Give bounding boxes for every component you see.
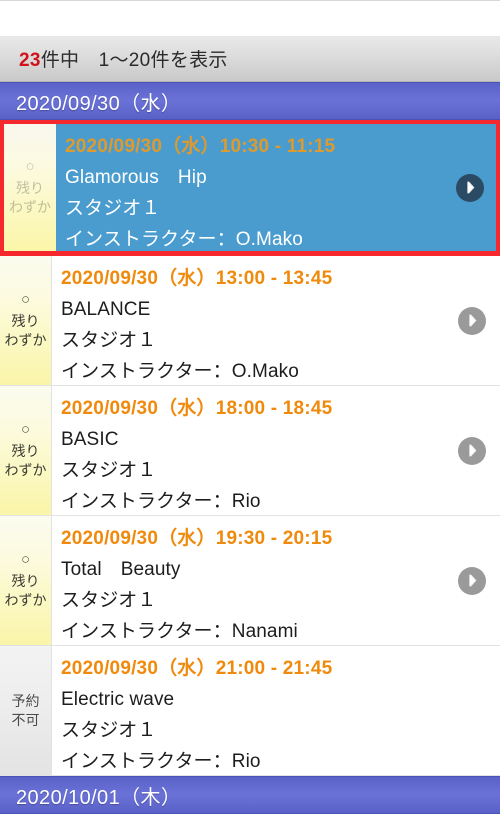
availability-status-line-2: わずか — [4, 591, 47, 608]
lesson-studio: スタジオ１ — [61, 330, 157, 351]
lesson-row-selected[interactable]: ○ 残り わずか 2020/09/30（水）10:30 - 11:15 Glamorou… — [0, 120, 500, 256]
lesson-details: 2020/09/30（水）19:30 - 20:15 Total Beauty スタ… — [52, 516, 500, 645]
lesson-row[interactable]: ○ 残り わずか 2020/09/30（水）13:00 - 13:45 BALANCE ス… — [0, 256, 500, 386]
lesson-datetime: 2020/09/30（水）21:00 - 21:45 — [61, 658, 333, 679]
lesson-instructor: インストラクター：Rio — [61, 491, 261, 512]
lesson-studio: スタジオ１ — [65, 198, 161, 219]
availability-status-line-2: わずか — [4, 461, 47, 478]
result-count-number: 23 — [19, 50, 41, 71]
lesson-row[interactable]: ○ 残り わずか 2020/09/30（水）19:30 - 20:15 Total Be… — [0, 516, 500, 646]
chevron-right-icon[interactable] — [458, 306, 486, 335]
availability-status-column: ○ 残り わずか — [4, 124, 56, 251]
lesson-instructor: インストラクター：Nanami — [61, 621, 298, 642]
lesson-row[interactable]: 予約 不可 2020/09/30（水）21:00 - 21:45 Electric w… — [0, 646, 500, 776]
availability-status-line-1: 残り — [16, 180, 44, 197]
lesson-row[interactable]: ○ 残り わずか 2020/09/30（水）18:00 - 18:45 BASIC スタジ… — [0, 386, 500, 516]
result-count-suffix: 件中 1〜20件を表示 — [40, 50, 228, 71]
lesson-details: 2020/09/30（水）10:30 - 11:15 Glamorous Hip ス… — [56, 124, 496, 251]
circle-availability-icon: ○ — [20, 421, 31, 439]
availability-status-line-2: わずか — [4, 331, 47, 348]
result-count-bar: 23件中 1〜20件を表示 — [0, 36, 500, 82]
top-whitespace — [0, 1, 500, 36]
lesson-datetime: 2020/09/30（水）13:00 - 13:45 — [61, 268, 333, 289]
availability-status-column: ○ 残り わずか — [0, 386, 52, 515]
lesson-program-name: BASIC — [61, 429, 119, 450]
lesson-program-name: Glamorous Hip — [65, 167, 207, 188]
circle-availability-icon: ○ — [20, 551, 31, 569]
availability-status-line-2: 不可 — [11, 711, 40, 728]
availability-status-line-1: 予約 — [11, 693, 40, 710]
availability-status-line-1: 残り — [11, 313, 40, 330]
lesson-program-name: BALANCE — [61, 299, 151, 320]
lesson-details: 2020/09/30（水）18:00 - 18:45 BASIC スタジオ１ インスト… — [52, 386, 500, 515]
lesson-datetime: 2020/09/30（水）19:30 - 20:15 — [61, 528, 333, 549]
availability-status-column: 予約 不可 — [0, 646, 52, 775]
lesson-studio: スタジオ１ — [61, 720, 157, 741]
chevron-right-icon[interactable] — [458, 436, 486, 465]
lesson-datetime: 2020/09/30（水）10:30 - 11:15 — [65, 136, 336, 157]
lesson-instructor: インストラクター：O.Mako — [65, 229, 303, 250]
availability-status-line-1: 残り — [11, 573, 40, 590]
date-group-label: 2020/10/01（木） — [16, 786, 182, 809]
availability-status-column: ○ 残り わずか — [0, 256, 52, 385]
lesson-instructor: インストラクター：Rio — [61, 751, 261, 772]
date-group-label: 2020/09/30（水） — [16, 92, 182, 115]
circle-availability-icon: ○ — [20, 291, 31, 309]
lesson-details: 2020/09/30（水）13:00 - 13:45 BALANCE スタジオ１ イン… — [52, 256, 500, 385]
schedule-list: 2020/09/30（水） ○ 残り わずか 2020/09/30（水）10:30 - … — [0, 82, 500, 814]
date-group-header: 2020/10/01（木） — [0, 776, 500, 814]
availability-status-column: ○ 残り わずか — [0, 516, 52, 645]
lesson-program-name: Total Beauty — [61, 559, 181, 580]
lesson-studio: スタジオ１ — [61, 590, 157, 611]
lesson-details: 2020/09/30（水）21:00 - 21:45 Electric wave ス… — [52, 646, 500, 775]
availability-status-line-1: 残り — [11, 443, 40, 460]
lesson-instructor: インストラクター：O.Mako — [61, 361, 299, 382]
chevron-right-icon[interactable] — [456, 173, 484, 202]
availability-status-line-2: わずか — [9, 198, 51, 215]
schedule-screen: 23件中 1〜20件を表示 2020/09/30（水） ○ 残り わずか 2020/09… — [0, 0, 500, 818]
result-count-text: 23件中 1〜20件を表示 — [19, 45, 228, 72]
lesson-studio: スタジオ１ — [61, 460, 157, 481]
lesson-datetime: 2020/09/30（水）18:00 - 18:45 — [61, 398, 333, 419]
date-group-header: 2020/09/30（水） — [0, 82, 500, 120]
chevron-right-icon[interactable] — [458, 566, 486, 595]
circle-availability-icon: ○ — [25, 158, 35, 176]
lesson-program-name: Electric wave — [61, 689, 175, 710]
